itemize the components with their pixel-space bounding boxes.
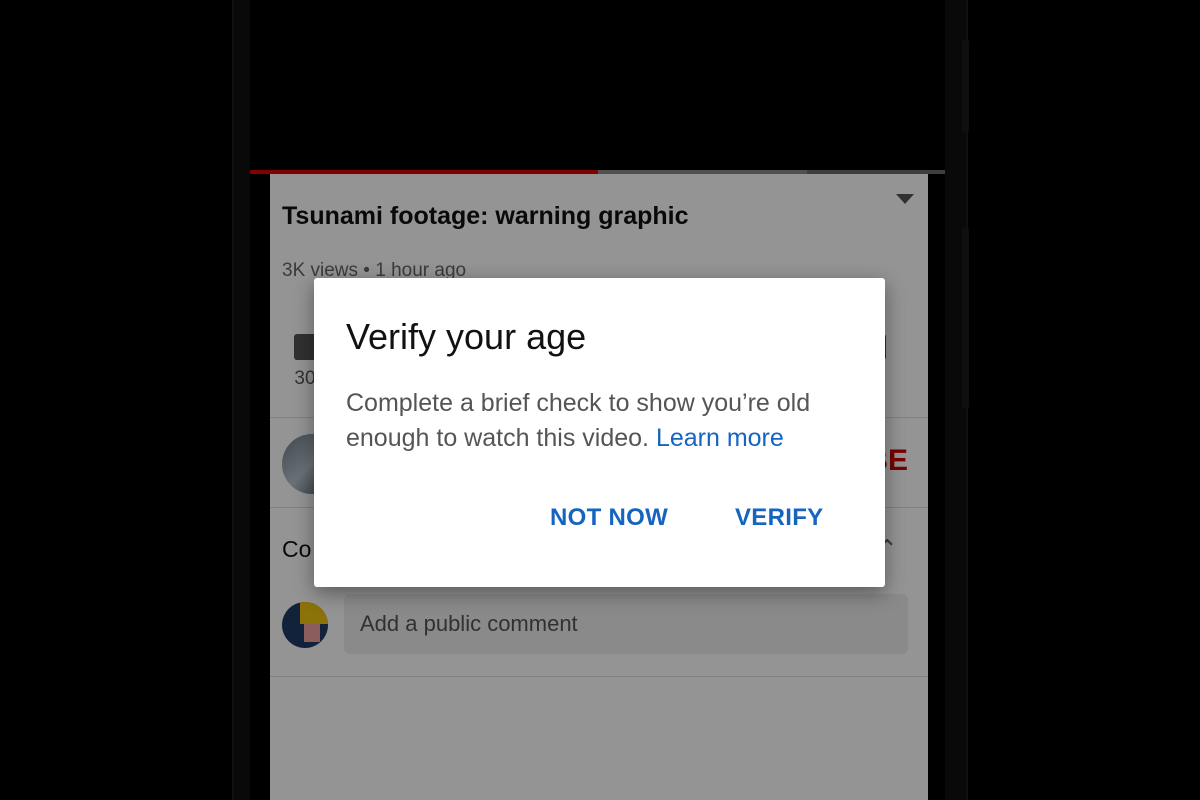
learn-more-link[interactable]: Learn more	[656, 424, 784, 452]
verify-button[interactable]: VERIFY	[735, 504, 823, 532]
not-now-button[interactable]: NOT NOW	[550, 504, 668, 532]
age-verification-dialog: Verify your age Complete a brief check t…	[314, 278, 885, 587]
dialog-body: Complete a brief check to show you’re ol…	[346, 386, 846, 456]
dialog-title: Verify your age	[346, 316, 587, 357]
